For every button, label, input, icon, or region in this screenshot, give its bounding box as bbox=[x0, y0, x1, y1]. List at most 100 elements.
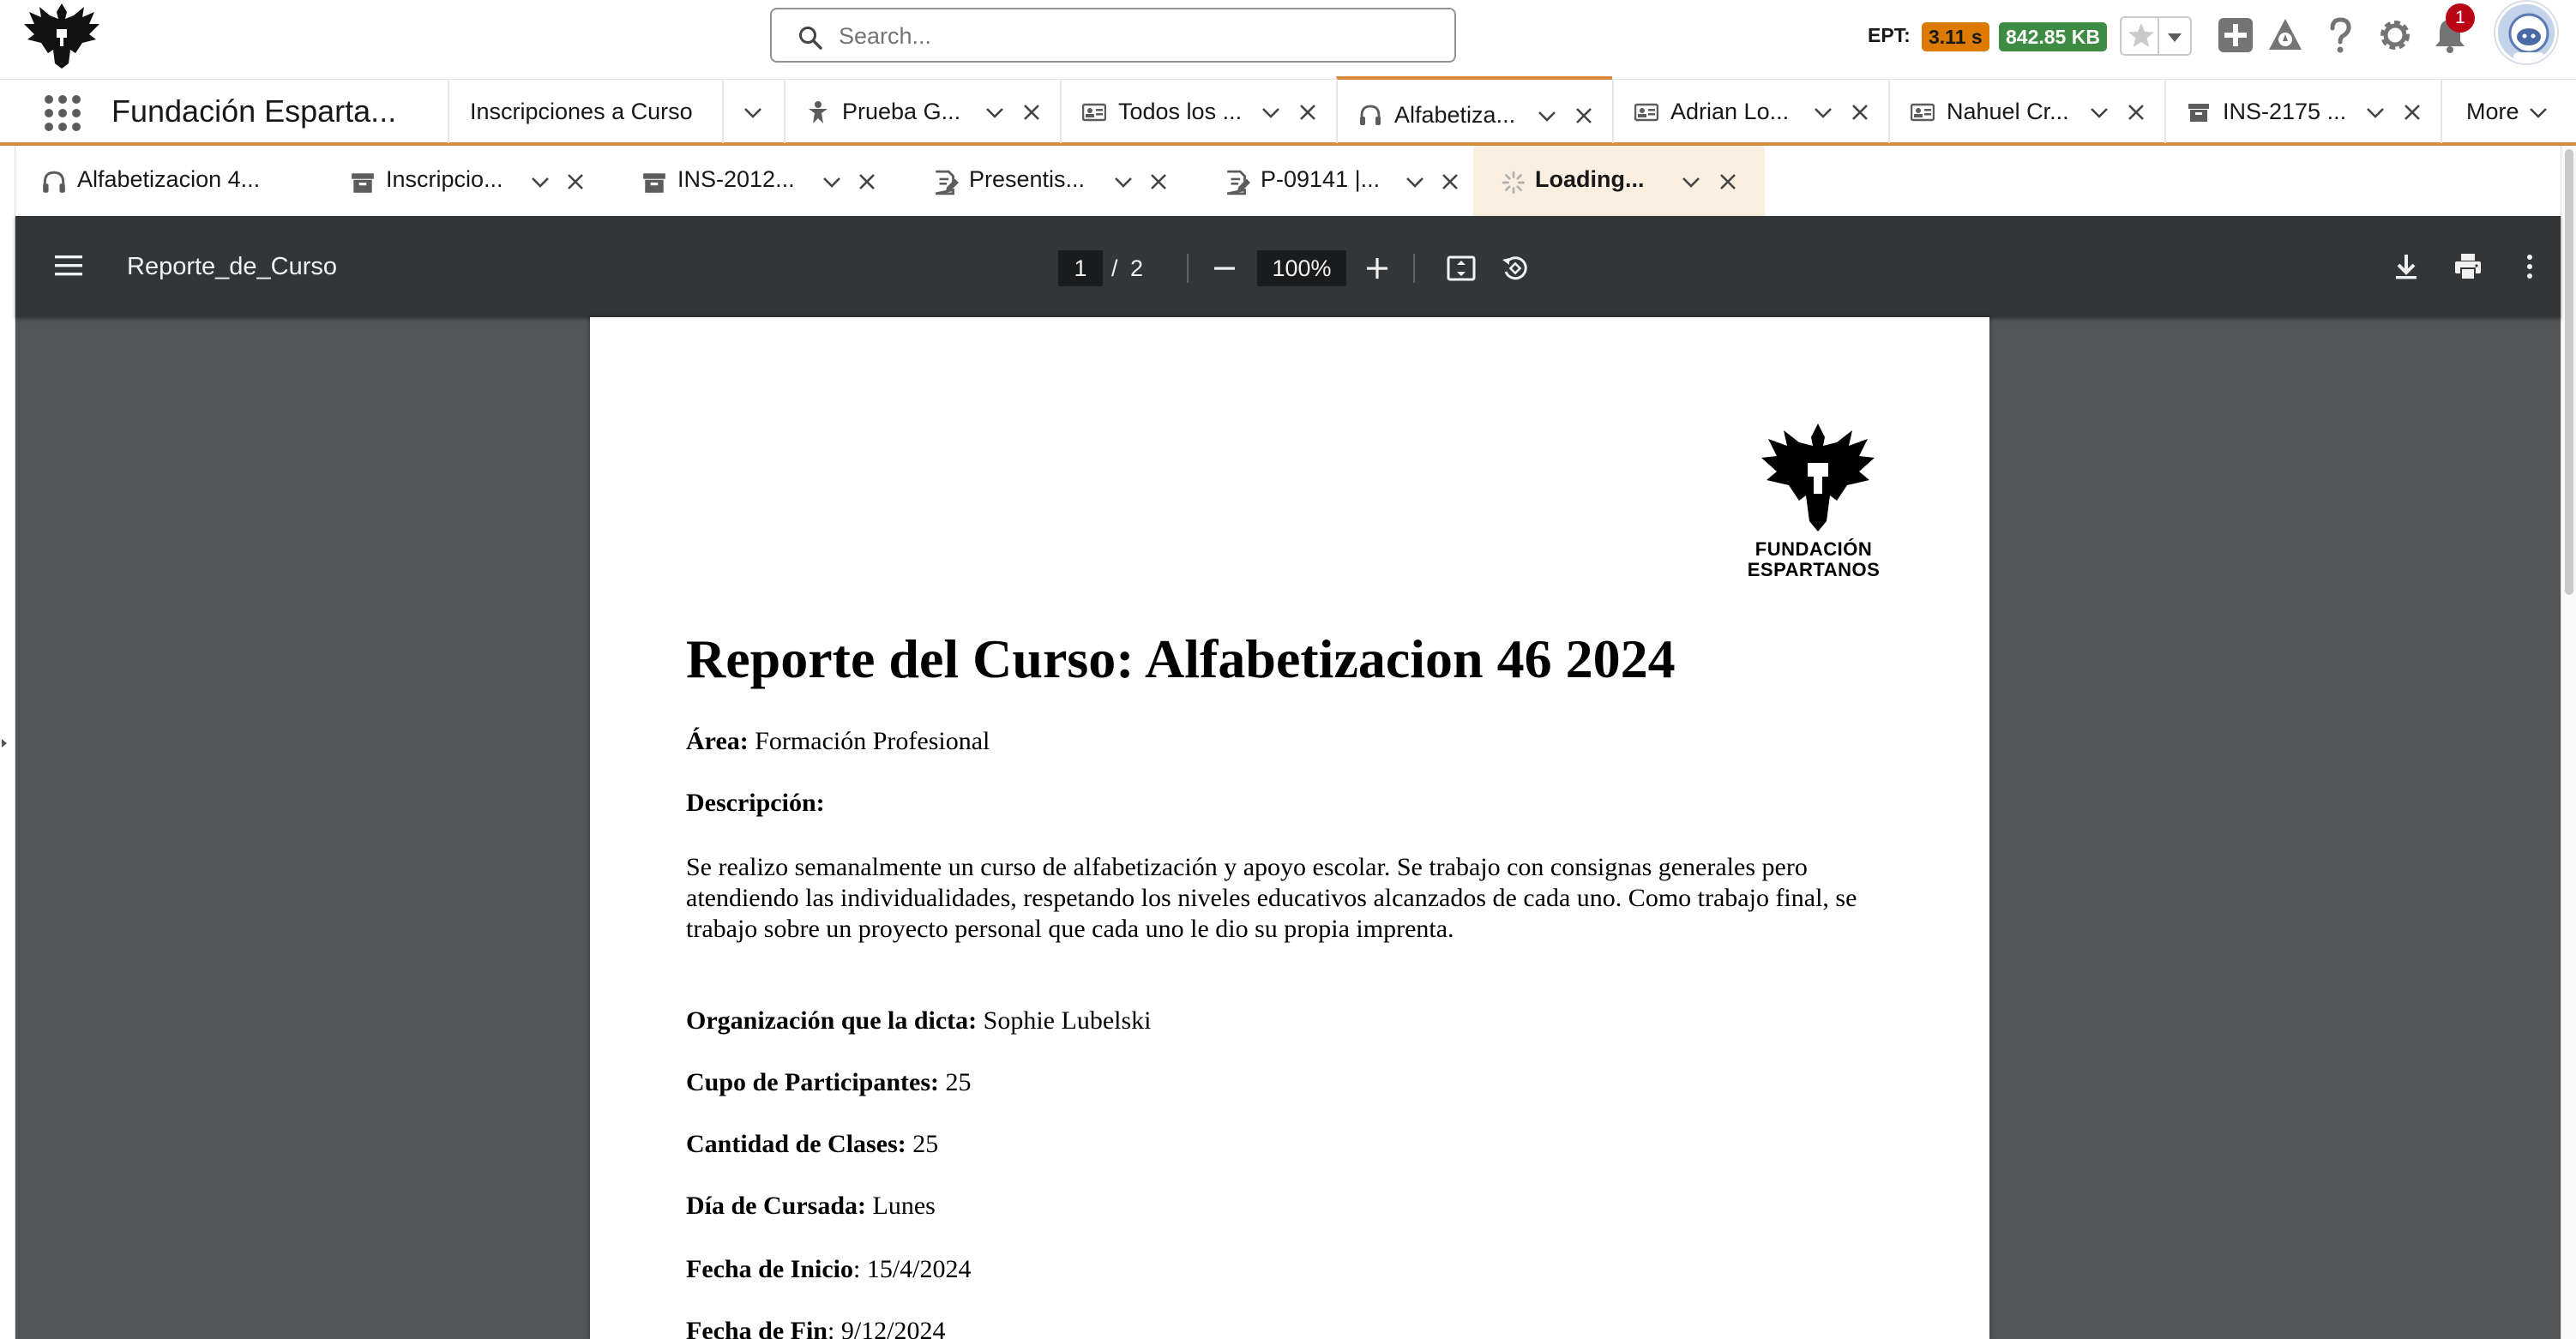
subtab-label: Inscripcio... bbox=[386, 166, 503, 192]
chevron-down-icon[interactable] bbox=[984, 102, 1005, 123]
close-icon[interactable] bbox=[1574, 106, 1593, 125]
fit-to-page-icon[interactable] bbox=[1446, 253, 1477, 284]
favorites-divider bbox=[2158, 18, 2159, 54]
chevron-down-icon[interactable] bbox=[1537, 105, 1557, 126]
inicio-value: : 15/4/2024 bbox=[853, 1255, 972, 1283]
subtab-alfabetizacion[interactable]: Alfabetizacion 4... bbox=[15, 146, 307, 216]
print-icon[interactable] bbox=[2453, 251, 2483, 282]
subtab-inscripcion[interactable]: Inscripcio... bbox=[307, 146, 599, 216]
close-icon[interactable] bbox=[858, 172, 876, 191]
favorite-star-icon[interactable] bbox=[2127, 21, 2156, 50]
fin-field: Fecha de Fin: 9/12/2024 bbox=[686, 1317, 946, 1339]
search-placeholder: Search... bbox=[839, 23, 932, 49]
close-icon[interactable] bbox=[2127, 103, 2146, 122]
close-icon[interactable] bbox=[1851, 103, 1869, 122]
nav-more-button[interactable]: More bbox=[2441, 80, 2576, 143]
inicio-field: Fecha de Inicio: 15/4/2024 bbox=[686, 1255, 972, 1284]
chevron-down-icon bbox=[2530, 108, 2547, 118]
close-icon[interactable] bbox=[1022, 103, 1041, 122]
chevron-down-icon[interactable] bbox=[1405, 171, 1425, 192]
zoom-in-icon[interactable] bbox=[1362, 253, 1393, 284]
cupo-value: 25 bbox=[945, 1068, 972, 1096]
headset-icon bbox=[43, 171, 65, 193]
document-edit-icon bbox=[1226, 170, 1250, 195]
descripcion-text: Se realizo semanalmente un curso de alfa… bbox=[686, 853, 1857, 943]
nav-tab-todos[interactable]: Todos los ... bbox=[1060, 80, 1336, 143]
page-number-input[interactable]: 1 bbox=[1058, 250, 1103, 286]
subtab-label: Alfabetizacion 4... bbox=[77, 166, 261, 192]
trailhead-icon[interactable] bbox=[2266, 15, 2305, 55]
subtab-label: Presentis... bbox=[969, 166, 1086, 192]
expand-arrow-icon[interactable] bbox=[0, 737, 9, 749]
chevron-down-icon[interactable] bbox=[1681, 171, 1701, 192]
subtab-p-09141[interactable]: P-09141 |... bbox=[1182, 146, 1473, 216]
pdf-file-name: Reporte_de_Curso bbox=[127, 253, 338, 280]
close-icon[interactable] bbox=[1149, 172, 1168, 191]
document-edit-icon bbox=[935, 170, 959, 195]
favorites-dropdown-icon[interactable] bbox=[2164, 27, 2185, 47]
global-actions-icon[interactable] bbox=[2216, 15, 2255, 55]
chevron-down-icon[interactable] bbox=[2089, 102, 2110, 123]
organizacion-field: Organización que la dicta: Sophie Lubels… bbox=[686, 1006, 1151, 1036]
person-icon bbox=[809, 101, 828, 123]
nav-tab-adrian[interactable]: Adrian Lo... bbox=[1612, 80, 1888, 143]
archive-box-icon bbox=[643, 173, 665, 193]
settings-gear-icon[interactable] bbox=[2375, 15, 2415, 55]
download-icon[interactable] bbox=[2391, 251, 2422, 282]
area-label: Área: bbox=[686, 727, 749, 755]
chevron-down-icon[interactable] bbox=[1813, 102, 1833, 123]
cupo-label: Cupo de Participantes: bbox=[686, 1068, 939, 1096]
subtab-ins-2012[interactable]: INS-2012... bbox=[599, 146, 890, 216]
ept-size-badge: 842.85 KB bbox=[1999, 22, 2107, 51]
utility-gutter bbox=[0, 146, 15, 1339]
nav-tab-inscripciones-menu[interactable] bbox=[722, 80, 784, 143]
close-icon[interactable] bbox=[2403, 103, 2422, 122]
rotate-icon[interactable] bbox=[1499, 253, 1530, 284]
fin-label: Fecha de Fin bbox=[686, 1317, 828, 1339]
nav-tab-prueba[interactable]: Prueba G... bbox=[784, 80, 1060, 143]
hamburger-menu-icon[interactable] bbox=[53, 252, 84, 279]
clases-value: 25 bbox=[912, 1130, 939, 1158]
archive-box-icon bbox=[2188, 104, 2209, 122]
app-launcher-icon[interactable] bbox=[43, 93, 82, 133]
chevron-down-icon[interactable] bbox=[1261, 102, 1281, 123]
loading-spinner-icon bbox=[1502, 171, 1526, 195]
spartan-logo[interactable] bbox=[22, 0, 101, 70]
astro-avatar-icon bbox=[2498, 4, 2555, 61]
nav-tab-nahuel[interactable]: Nahuel Cr... bbox=[1888, 80, 2164, 143]
subtab-presentismo[interactable]: Presentis... bbox=[890, 146, 1182, 216]
chevron-down-icon[interactable] bbox=[530, 171, 551, 192]
chevron-down-icon[interactable] bbox=[2365, 102, 2386, 123]
pdf-page: FUNDACIÓN ESPARTANOS Reporte del Curso: … bbox=[590, 317, 1989, 1339]
close-icon[interactable] bbox=[1298, 103, 1317, 122]
logo-text-line2: ESPARTANOS bbox=[1747, 559, 1881, 580]
zoom-level-input[interactable]: 100% bbox=[1257, 250, 1346, 286]
global-search[interactable]: Search... bbox=[770, 8, 1456, 63]
chevron-down-icon[interactable] bbox=[822, 171, 842, 192]
clases-label: Cantidad de Clases: bbox=[686, 1130, 906, 1158]
zoom-out-icon[interactable] bbox=[1209, 253, 1240, 284]
nav-tab-ins-2175[interactable]: INS-2175 ... bbox=[2164, 80, 2441, 143]
user-avatar[interactable] bbox=[2495, 2, 2557, 63]
nav-tab-alfabetizacion-active[interactable]: Alfabetiza... bbox=[1336, 76, 1612, 143]
chevron-down-icon[interactable] bbox=[1113, 171, 1134, 192]
toolbar-divider bbox=[1187, 254, 1189, 283]
report-title: Reporte del Curso: Alfabetizacion 46 202… bbox=[686, 628, 1676, 689]
clases-field: Cantidad de Clases: 25 bbox=[686, 1130, 938, 1159]
area-field: Área: Formación Profesional bbox=[686, 727, 990, 756]
close-icon[interactable] bbox=[1441, 172, 1460, 191]
nav-tab-inscripciones[interactable]: Inscripciones a Curso bbox=[448, 80, 722, 143]
area-value: Formación Profesional bbox=[755, 727, 990, 755]
app-name: Fundación Esparta... bbox=[111, 93, 397, 129]
help-icon[interactable] bbox=[2320, 15, 2360, 55]
scrollbar-thumb[interactable] bbox=[2565, 149, 2573, 595]
page-separator: / bbox=[1111, 255, 1118, 281]
pdf-toolbar: Reporte_de_Curso 1 / 2 100% bbox=[15, 216, 2561, 317]
contact-card-icon bbox=[1911, 103, 1935, 122]
more-options-icon[interactable] bbox=[2514, 251, 2545, 282]
close-icon[interactable] bbox=[1718, 172, 1737, 191]
close-icon[interactable] bbox=[566, 172, 585, 191]
subtab-loading[interactable]: Loading... bbox=[1473, 146, 1765, 216]
ept-time-badge: 3.11 s bbox=[1922, 22, 1989, 51]
page-scrollbar[interactable] bbox=[2561, 146, 2576, 1339]
